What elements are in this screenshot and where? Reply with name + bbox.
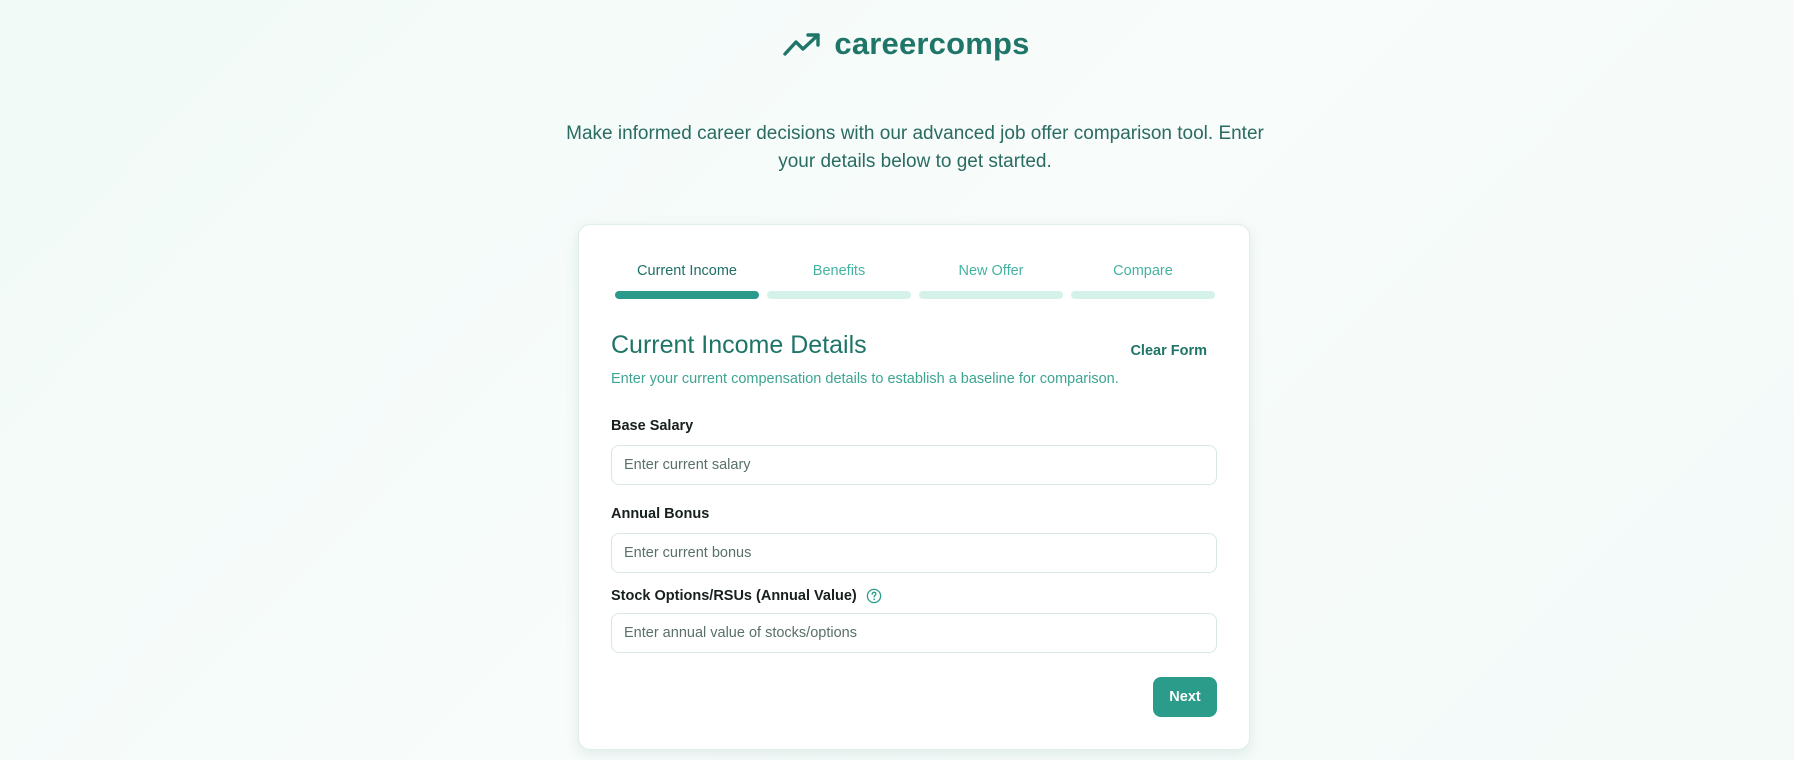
step-progress-bar bbox=[1071, 291, 1215, 299]
annual-bonus-label-text: Annual Bonus bbox=[611, 506, 710, 522]
page-tagline: Make informed career decisions with our … bbox=[566, 123, 1264, 172]
step-label: Current Income bbox=[637, 263, 737, 279]
annual-bonus-input[interactable] bbox=[611, 533, 1217, 573]
brand-name: careercomps bbox=[834, 26, 1030, 61]
next-button[interactable]: Next bbox=[1153, 677, 1217, 717]
clear-form-button[interactable]: Clear Form bbox=[1122, 339, 1215, 363]
step-benefits[interactable]: Benefits bbox=[767, 261, 911, 299]
step-new-offer[interactable]: New Offer bbox=[919, 261, 1063, 299]
trending-up-icon bbox=[783, 33, 821, 56]
step-progress-bar bbox=[767, 291, 911, 299]
base-salary-label: Base Salary bbox=[611, 418, 693, 434]
stock-options-label: Stock Options/RSUs (Annual Value) bbox=[611, 588, 882, 604]
step-label: New Offer bbox=[958, 263, 1024, 279]
stock-options-label-text: Stock Options/RSUs (Annual Value) bbox=[611, 588, 857, 604]
section-title: Current Income Details bbox=[611, 331, 867, 359]
base-salary-input[interactable] bbox=[611, 445, 1217, 485]
step-progress-bar bbox=[919, 291, 1063, 299]
step-label: Benefits bbox=[812, 263, 866, 279]
step-progress: Current Income Benefits New Offer Compar… bbox=[615, 261, 1215, 299]
section-description: Enter your current compensation details … bbox=[611, 371, 1119, 387]
step-compare[interactable]: Compare bbox=[1071, 261, 1215, 299]
step-current-income[interactable]: Current Income bbox=[615, 261, 759, 299]
step-progress-bar bbox=[615, 291, 759, 299]
stock-options-input[interactable] bbox=[611, 613, 1217, 653]
app-header: careercomps bbox=[0, 26, 1794, 62]
brand-logo[interactable]: careercomps bbox=[782, 26, 1029, 62]
income-form-card: Current Income Benefits New Offer Compar… bbox=[578, 224, 1250, 750]
step-label: Compare bbox=[1113, 263, 1173, 279]
help-circle-icon[interactable] bbox=[866, 588, 882, 604]
annual-bonus-label: Annual Bonus bbox=[611, 506, 709, 522]
base-salary-label-text: Base Salary bbox=[611, 418, 694, 434]
